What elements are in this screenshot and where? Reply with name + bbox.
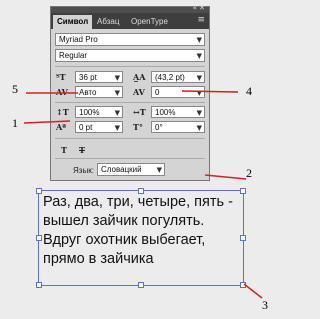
- annotation-5: 5: [12, 82, 18, 96]
- annotation-line-3: [243, 283, 263, 299]
- annotation-4: 4: [246, 84, 252, 98]
- annotation-2: 2: [246, 166, 252, 180]
- annotation-3: 3: [262, 298, 268, 312]
- annotation-lines: [23, 90, 263, 299]
- annotation-line-4: [181, 90, 239, 93]
- annotation-line-1: [23, 120, 71, 124]
- annotation-1: 1: [12, 116, 18, 130]
- annotation-line-2: [204, 174, 247, 180]
